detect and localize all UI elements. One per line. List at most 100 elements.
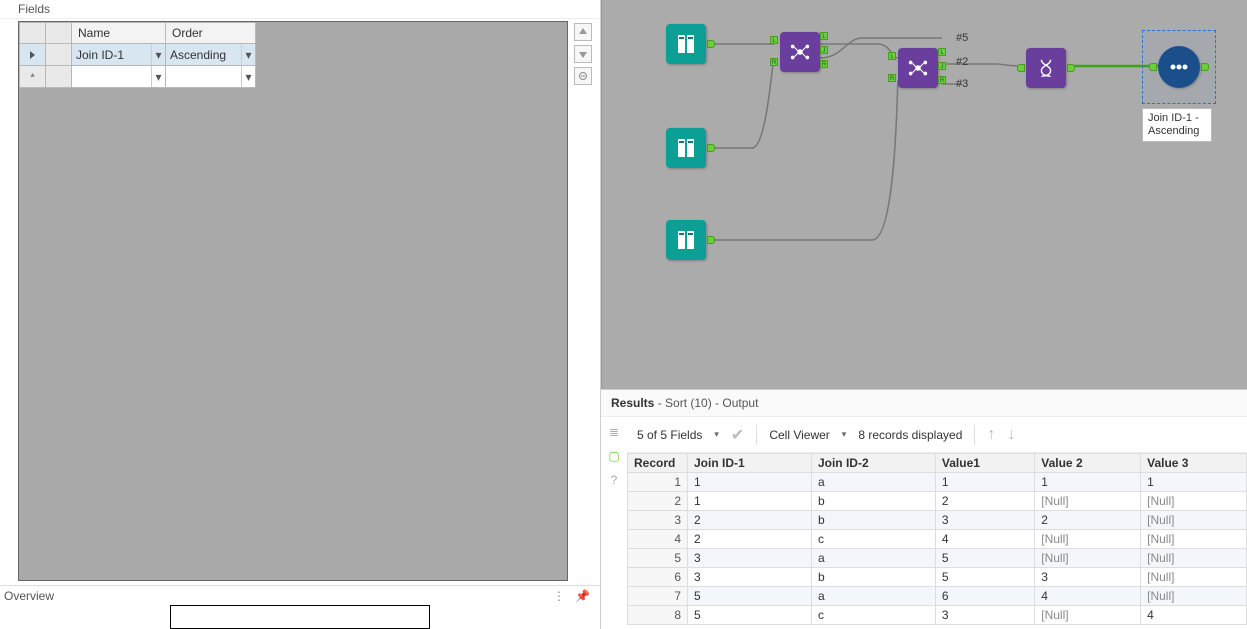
- data-cell[interactable]: a: [811, 549, 935, 568]
- fields-check-icon[interactable]: ✔: [731, 425, 744, 445]
- fields-dropdown-icon[interactable]: ▾: [714, 429, 719, 440]
- move-up-button[interactable]: [574, 23, 592, 41]
- fields-count[interactable]: 5 of 5 Fields: [637, 428, 702, 442]
- data-cell[interactable]: 3: [935, 606, 1034, 625]
- results-column-header[interactable]: Join ID-2: [811, 454, 935, 473]
- tool-sort[interactable]: [1158, 46, 1200, 88]
- data-cell[interactable]: 5: [688, 587, 812, 606]
- record-cell[interactable]: 4: [628, 530, 688, 549]
- chevron-down-icon[interactable]: ▾: [151, 66, 165, 87]
- results-column-header[interactable]: Value 3: [1141, 454, 1247, 473]
- data-cell[interactable]: [Null]: [1141, 530, 1247, 549]
- data-cell[interactable]: [Null]: [1035, 606, 1141, 625]
- data-cell[interactable]: 4: [1035, 587, 1141, 606]
- move-down-button[interactable]: [574, 45, 592, 63]
- data-cell[interactable]: [Null]: [1035, 530, 1141, 549]
- data-cell[interactable]: 2: [935, 492, 1034, 511]
- fields-grid-header-order[interactable]: Order: [166, 23, 256, 44]
- results-help-icon[interactable]: ?: [611, 473, 618, 487]
- data-cell[interactable]: 3: [935, 511, 1034, 530]
- data-cell[interactable]: 5: [935, 568, 1034, 587]
- table-row[interactable]: 75a64[Null]: [628, 587, 1247, 606]
- overview-viewport[interactable]: [170, 605, 430, 629]
- record-cell[interactable]: 2: [628, 492, 688, 511]
- data-cell[interactable]: b: [811, 511, 935, 530]
- row-indicator[interactable]: *: [20, 66, 46, 88]
- fields-grid[interactable]: Name Order Join ID-1▾Ascending▾*▾▾: [19, 22, 256, 88]
- workflow-canvas[interactable]: L R L J R L R L J R #5 #2 #3: [601, 0, 1247, 389]
- data-cell[interactable]: b: [811, 568, 935, 587]
- fields-grid-corner[interactable]: [20, 23, 46, 44]
- record-cell[interactable]: 6: [628, 568, 688, 587]
- table-row[interactable]: 53a5[Null][Null]: [628, 549, 1247, 568]
- data-cell[interactable]: c: [811, 606, 935, 625]
- record-cell[interactable]: 1: [628, 473, 688, 492]
- results-prev-icon[interactable]: ↑: [987, 426, 995, 444]
- record-cell[interactable]: 5: [628, 549, 688, 568]
- record-cell[interactable]: 7: [628, 587, 688, 606]
- record-cell[interactable]: 3: [628, 511, 688, 530]
- results-column-header[interactable]: Value1: [935, 454, 1034, 473]
- data-cell[interactable]: a: [811, 473, 935, 492]
- table-row[interactable]: 11a111: [628, 473, 1247, 492]
- chevron-down-icon[interactable]: ▾: [241, 66, 255, 87]
- fields-row[interactable]: Join ID-1▾Ascending▾: [20, 44, 256, 66]
- results-next-icon[interactable]: ↓: [1007, 426, 1015, 444]
- data-cell[interactable]: 1: [1035, 473, 1141, 492]
- tool-join-2[interactable]: [898, 48, 938, 88]
- fields-grid-selcol[interactable]: [46, 23, 72, 44]
- data-cell[interactable]: 2: [688, 511, 812, 530]
- results-column-header[interactable]: Join ID-1: [688, 454, 812, 473]
- results-anchor-icon[interactable]: ▢: [608, 449, 619, 463]
- tool-input-1[interactable]: [666, 24, 706, 64]
- data-cell[interactable]: [Null]: [1141, 492, 1247, 511]
- results-view-list-icon[interactable]: ≣: [609, 425, 619, 439]
- results-table[interactable]: RecordJoin ID-1Join ID-2Value1Value 2Val…: [627, 453, 1247, 625]
- data-cell[interactable]: [Null]: [1141, 511, 1247, 530]
- data-cell[interactable]: [Null]: [1035, 549, 1141, 568]
- data-cell[interactable]: 5: [935, 549, 1034, 568]
- overview-pin-icon[interactable]: 📌: [575, 589, 590, 603]
- data-cell[interactable]: c: [811, 530, 935, 549]
- data-cell[interactable]: 2: [688, 530, 812, 549]
- data-cell[interactable]: 1: [688, 473, 812, 492]
- cell-viewer-dropdown-icon[interactable]: ▾: [842, 429, 847, 440]
- data-cell[interactable]: 4: [1141, 606, 1247, 625]
- data-cell[interactable]: [Null]: [1035, 492, 1141, 511]
- table-row[interactable]: 63b53[Null]: [628, 568, 1247, 587]
- row-indicator[interactable]: [20, 44, 46, 66]
- data-cell[interactable]: 3: [1035, 568, 1141, 587]
- data-cell[interactable]: b: [811, 492, 935, 511]
- data-cell[interactable]: 1: [1141, 473, 1247, 492]
- delete-row-button[interactable]: [574, 67, 592, 85]
- cell-viewer-label[interactable]: Cell Viewer: [769, 428, 829, 442]
- tool-formula[interactable]: [1026, 48, 1066, 88]
- data-cell[interactable]: 6: [935, 587, 1034, 606]
- table-row[interactable]: 32b32[Null]: [628, 511, 1247, 530]
- data-cell[interactable]: 3: [688, 568, 812, 587]
- tool-input-3[interactable]: [666, 220, 706, 260]
- chevron-down-icon[interactable]: ▾: [151, 44, 165, 65]
- order-cell[interactable]: ▾: [166, 66, 255, 87]
- fields-row[interactable]: * ▾ ▾: [20, 66, 256, 88]
- data-cell[interactable]: 1: [935, 473, 1034, 492]
- data-cell[interactable]: [Null]: [1141, 549, 1247, 568]
- data-cell[interactable]: 5: [688, 606, 812, 625]
- data-cell[interactable]: [Null]: [1141, 587, 1247, 606]
- tool-join-1[interactable]: [780, 32, 820, 72]
- table-row[interactable]: 21b2[Null][Null]: [628, 492, 1247, 511]
- data-cell[interactable]: 2: [1035, 511, 1141, 530]
- data-cell[interactable]: a: [811, 587, 935, 606]
- data-cell[interactable]: [Null]: [1141, 568, 1247, 587]
- record-cell[interactable]: 8: [628, 606, 688, 625]
- overview-menu-icon[interactable]: ⋮: [553, 589, 565, 603]
- results-column-header[interactable]: Record: [628, 454, 688, 473]
- chevron-down-icon[interactable]: ▾: [241, 44, 255, 65]
- row-checkbox[interactable]: [46, 66, 72, 88]
- name-cell[interactable]: Join ID-1▾: [72, 44, 165, 65]
- table-row[interactable]: 85c3[Null]4: [628, 606, 1247, 625]
- data-cell[interactable]: 4: [935, 530, 1034, 549]
- row-checkbox[interactable]: [46, 44, 72, 66]
- name-cell[interactable]: ▾: [72, 66, 165, 87]
- data-cell[interactable]: 3: [688, 549, 812, 568]
